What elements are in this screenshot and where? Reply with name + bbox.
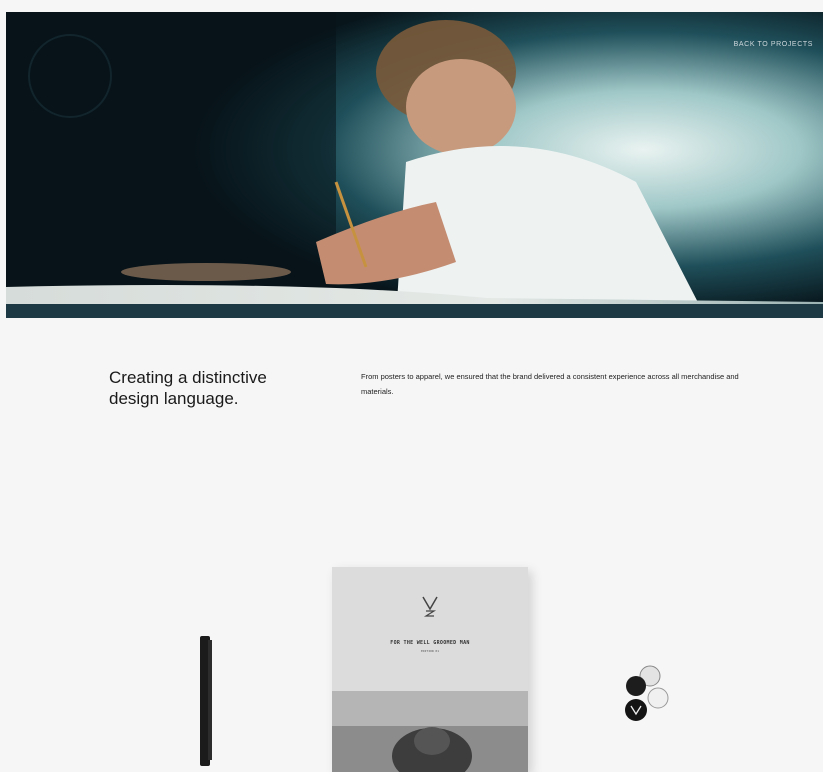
comb-image [196, 636, 214, 766]
book-cover [332, 567, 528, 691]
book-subtitle: EDITION 01 [420, 649, 440, 653]
hero-image: BACK TO PROJECTS [6, 12, 823, 318]
book-title: FOR THE WELL GROOMED MAN [390, 640, 470, 646]
hero-photo [6, 12, 823, 318]
section-description: From posters to apparel, we ensured that… [361, 372, 739, 396]
brand-logo-icon [28, 34, 112, 118]
button-pins-image [622, 662, 672, 724]
book-cover-photo [332, 691, 528, 772]
book-logo-icon [422, 596, 438, 617]
section-headline: Creating a distinctive design language. [109, 368, 267, 408]
book-mockup: FOR THE WELL GROOMED MAN EDITION 01 [332, 567, 528, 772]
back-to-projects-link[interactable]: BACK TO PROJECTS [734, 41, 813, 48]
